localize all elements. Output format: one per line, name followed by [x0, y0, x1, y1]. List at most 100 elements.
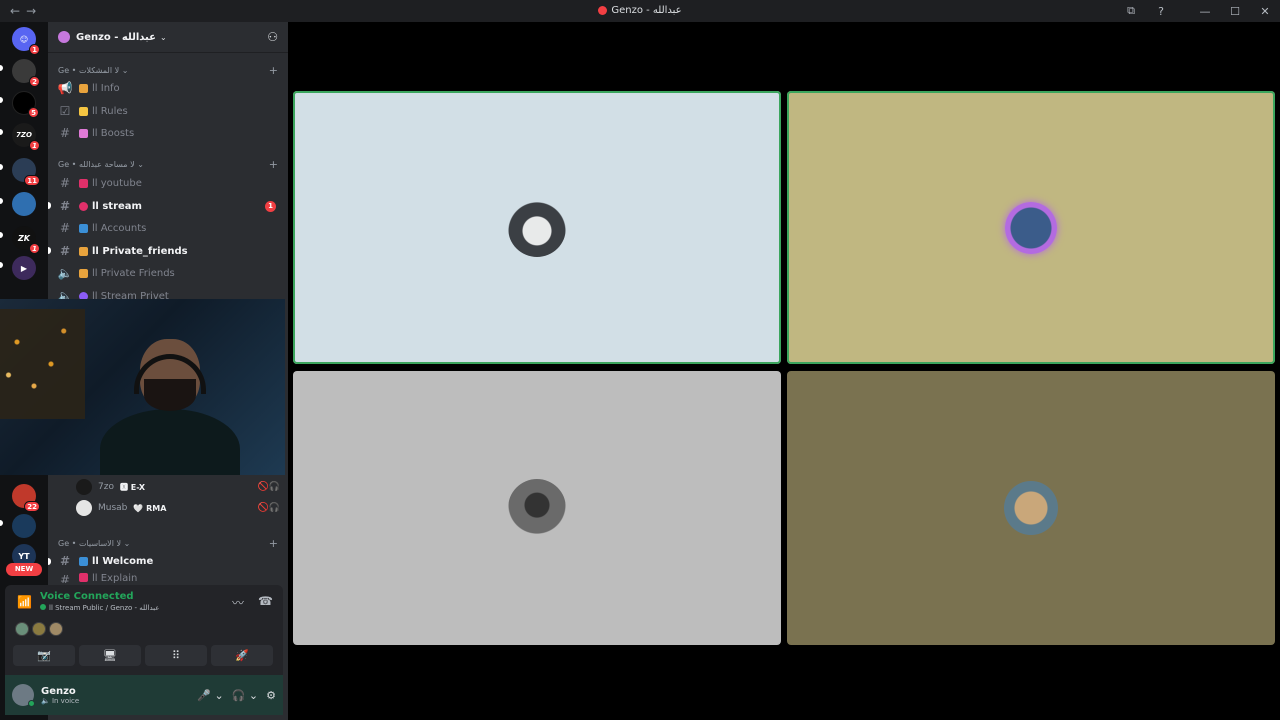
category-header[interactable]: Ge • لا مساحة عبدالله ⌄ + — [58, 158, 278, 171]
activities-button[interactable]: ⠿ — [145, 645, 207, 666]
voice-user[interactable]: 7zo 🆇 E-X 🚫🎧 — [76, 478, 280, 496]
user-tag: 🤍 RMA — [133, 503, 167, 513]
help-icon[interactable]: ? — [1146, 0, 1176, 22]
server-icon-7zo[interactable]: 7ZO 1 — [12, 123, 40, 151]
channel-youtube[interactable]: # اا youtube — [56, 173, 280, 193]
nav-buttons: ← → — [10, 4, 36, 18]
tile-user-hooded[interactable] — [293, 91, 781, 364]
invite-people-icon[interactable]: ⚇ — [267, 30, 278, 44]
server-logo-icon — [598, 5, 608, 15]
notification-badge: 1 — [29, 44, 40, 55]
guild-indicator — [0, 65, 3, 71]
category-label: Ge • لا المشكلات ⌄ — [58, 66, 129, 75]
chevron-down-icon: ⌄ — [159, 32, 167, 42]
hash-icon: # — [59, 176, 71, 190]
forward-arrow-icon[interactable]: → — [26, 4, 36, 18]
disconnect-icon[interactable]: ☎ — [258, 594, 273, 611]
channel-private-friends[interactable]: # اا Private_friends — [56, 241, 280, 261]
channel-emoji-icon — [79, 201, 88, 211]
avatar[interactable] — [32, 622, 46, 636]
channel-accounts[interactable]: # اا Accounts — [56, 218, 280, 238]
category-header[interactable]: Ge • لا المشكلات ⌄ + — [58, 64, 278, 77]
user-status-text: In voice — [51, 696, 80, 705]
voice-participants — [15, 622, 63, 636]
status-dot — [40, 604, 46, 610]
add-channel-icon[interactable]: + — [269, 64, 278, 77]
category-header[interactable]: Ge • لا الاساسيات ⌄ + — [58, 537, 278, 550]
headphones-icon[interactable]: 🎧 ⌄ — [232, 689, 258, 702]
server-icon[interactable]: ▶ — [12, 256, 36, 280]
new-badge[interactable]: NEW — [6, 563, 42, 576]
user-info[interactable]: Genzo 🔈 In voice — [41, 686, 79, 705]
avatar — [76, 500, 92, 516]
settings-gear-icon[interactable]: ⚙ — [266, 689, 276, 702]
server-header[interactable]: Genzo - عبدالله ⌄ ⚇ — [48, 22, 288, 53]
avatar[interactable] — [12, 684, 35, 707]
guild-indicator — [0, 198, 3, 204]
hash-icon: # — [59, 221, 71, 235]
channel-label: اا youtube — [92, 177, 142, 189]
rules-icon: ☑ — [59, 104, 71, 118]
speaker-icon: 🔈 — [41, 696, 52, 705]
voice-channel-path[interactable]: اا Stream Public / Genzo - عبدالله — [40, 604, 159, 612]
channel-emoji-icon — [79, 556, 88, 566]
signal-icon[interactable]: 📶 — [17, 595, 32, 609]
voice-stage — [288, 22, 1280, 720]
avatar[interactable] — [15, 622, 29, 636]
muted-deafened-icon: 🚫🎧 — [257, 482, 280, 492]
channel-emoji-icon — [79, 128, 88, 138]
notification-badge: 5 — [28, 107, 39, 118]
avatar[interactable] — [49, 622, 63, 636]
maximize-button[interactable]: ☐ — [1220, 0, 1250, 22]
channel-label: اا Welcome — [92, 555, 154, 567]
channel-boosts[interactable]: # اا Boosts — [56, 123, 280, 143]
tile-user-desk[interactable] — [293, 371, 781, 645]
category-label: Ge • لا مساحة عبدالله ⌄ — [58, 160, 144, 169]
hash-icon: # — [59, 199, 71, 213]
soundboard-button[interactable]: 🚀 — [211, 645, 273, 666]
channel-label: اا Private Friends — [92, 267, 175, 279]
avatar — [76, 479, 92, 495]
server-icon[interactable]: 5 — [12, 91, 39, 118]
server-icon[interactable]: ZK 1 — [12, 226, 40, 254]
close-button[interactable]: ✕ — [1250, 0, 1280, 22]
fairy-lights — [0, 309, 85, 419]
channel-explain[interactable]: # اا Explain — [56, 573, 280, 583]
user-tag: 🆇 E-X — [119, 482, 146, 492]
camera-off-button[interactable]: 📷̸ — [13, 645, 75, 666]
server-icon[interactable] — [12, 192, 36, 216]
server-icon[interactable] — [12, 514, 36, 538]
guild-indicator — [0, 97, 3, 103]
add-channel-icon[interactable]: + — [269, 537, 278, 550]
tile-user-mustache[interactable] — [787, 371, 1275, 645]
server-icon[interactable]: 2 — [12, 59, 40, 87]
discord-home-icon[interactable]: ☺ 1 — [12, 27, 40, 55]
noise-suppression-icon[interactable]: 〰 — [232, 594, 244, 611]
server-icon[interactable]: 22 — [12, 484, 40, 512]
channel-welcome[interactable]: # اا Welcome — [56, 551, 280, 571]
streamer-webcam-overlay — [0, 299, 285, 475]
avatar — [1005, 201, 1057, 254]
lock-icon — [79, 268, 88, 278]
voice-status[interactable]: Voice Connected — [40, 591, 134, 602]
voice-channel-private-friends[interactable]: 🔈 اا Private Friends — [56, 263, 280, 283]
minimize-button[interactable]: — — [1190, 0, 1220, 22]
add-channel-icon[interactable]: + — [269, 158, 278, 171]
channel-stream[interactable]: # اا stream 1 — [56, 196, 280, 216]
server-icon[interactable]: 11 — [12, 158, 40, 186]
tile-user-messi[interactable] — [787, 91, 1275, 364]
voice-user[interactable]: Musab 🤍 RMA 🚫🎧 — [76, 499, 280, 517]
hash-icon: # — [59, 244, 71, 258]
inbox-icon[interactable]: ⧉ — [1116, 0, 1146, 22]
channel-emoji-icon — [79, 83, 88, 93]
guild-indicator — [0, 520, 3, 526]
channel-info[interactable]: 📢 اا Info — [56, 78, 280, 98]
notification-badge: 22 — [24, 501, 40, 512]
channel-emoji-icon — [79, 178, 88, 188]
channel-rules[interactable]: ☑ اا Rules — [56, 101, 280, 121]
screen-share-button[interactable]: 🖥 — [79, 645, 141, 666]
microphone-icon[interactable]: 🎤 ⌄ — [197, 689, 223, 702]
back-arrow-icon[interactable]: ← — [10, 4, 20, 18]
voice-channel-text: اا Stream Public / Genzo - عبدالله — [49, 604, 160, 612]
